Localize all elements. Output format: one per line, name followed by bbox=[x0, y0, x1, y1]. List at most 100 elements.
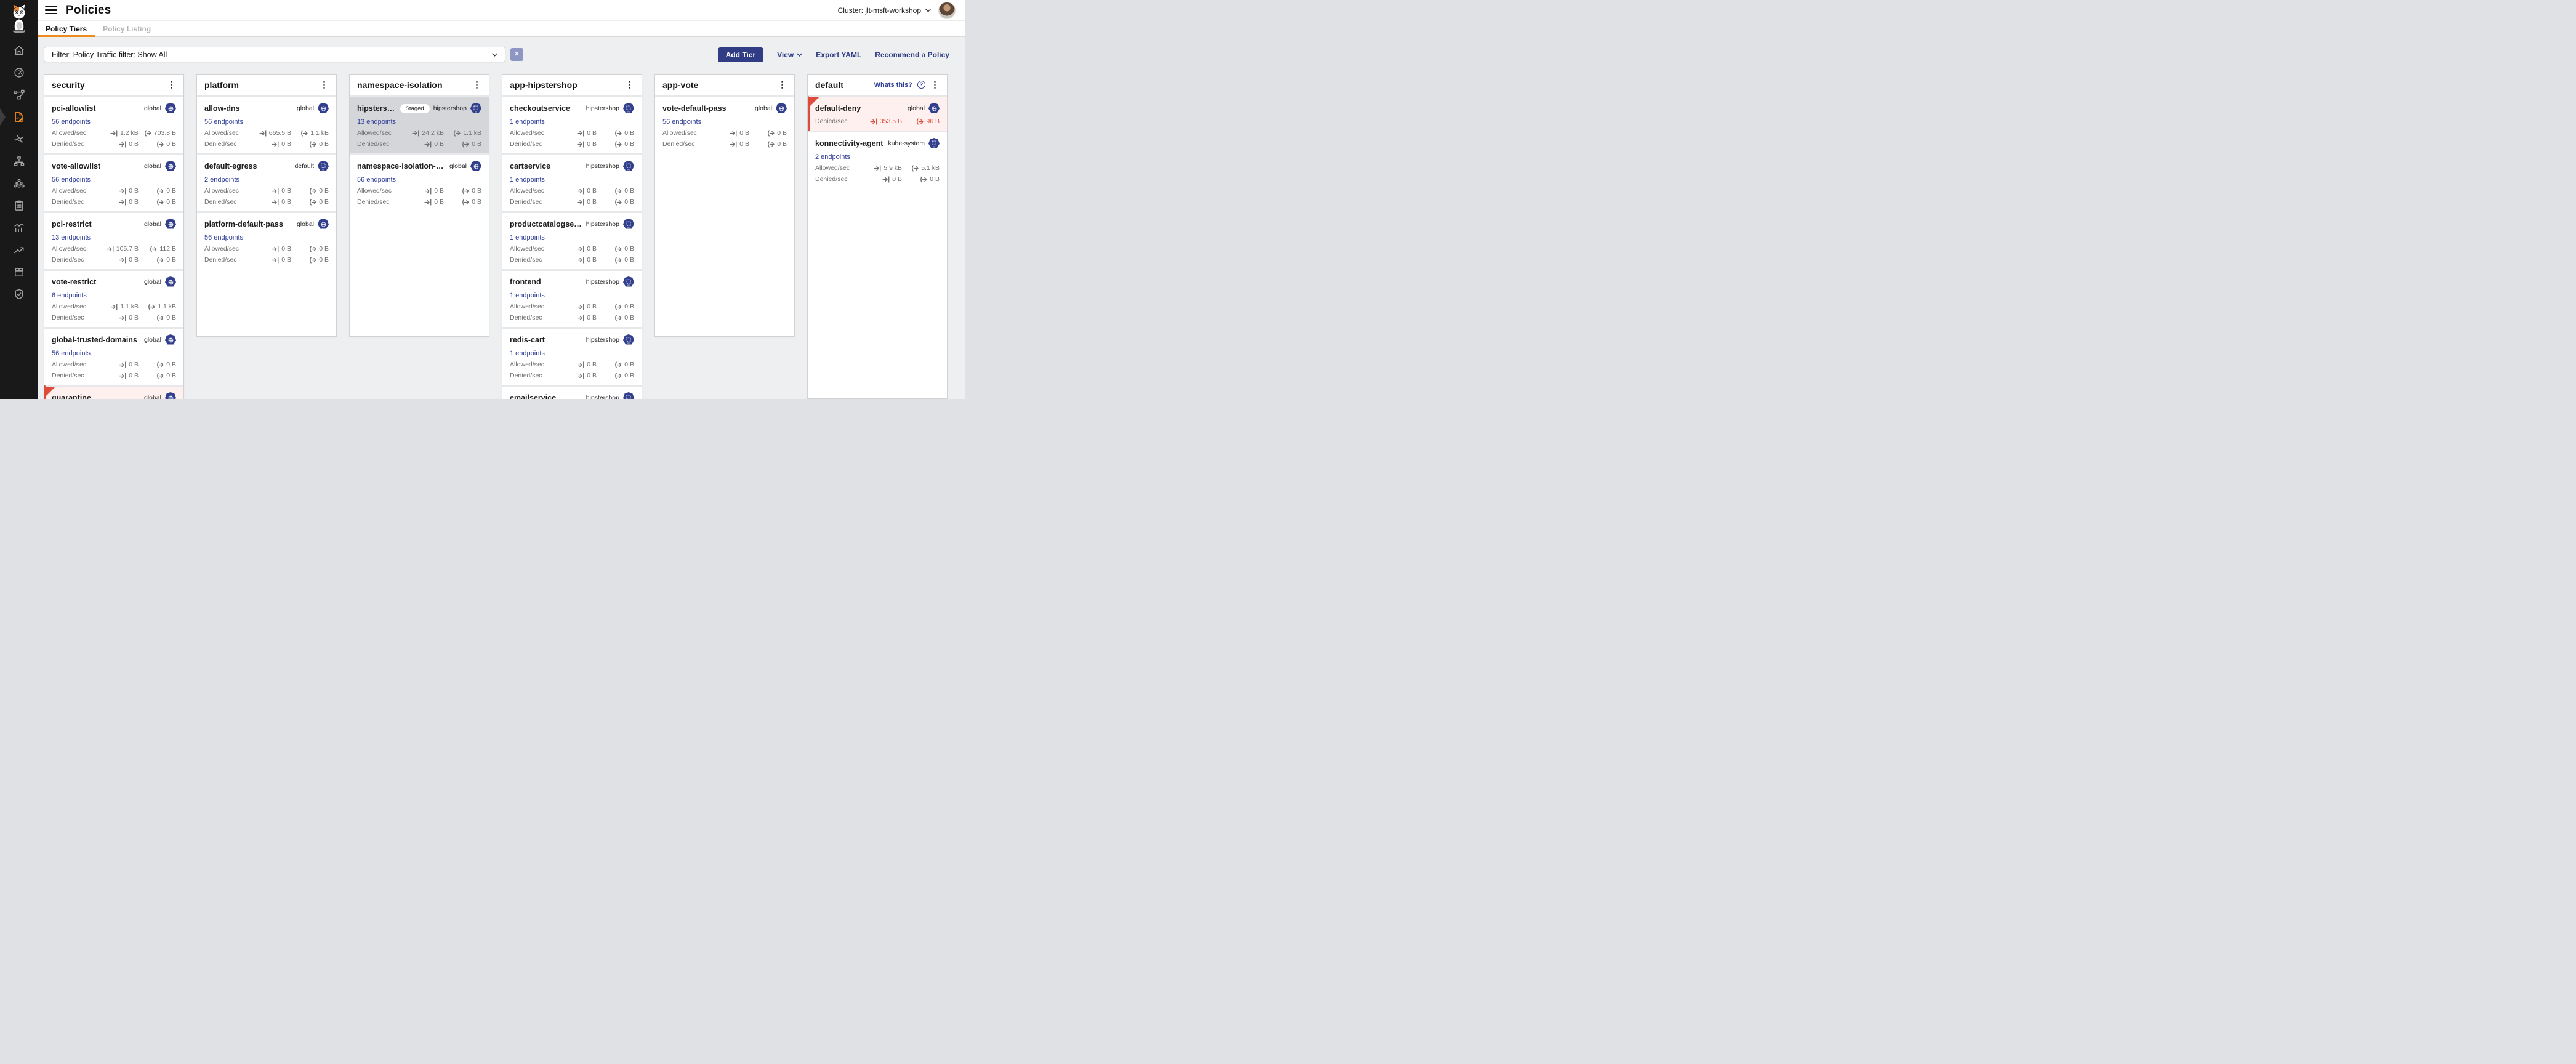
policy-card[interactable]: pci-allowlistglobal56 endpointsAllowed/s… bbox=[44, 95, 183, 153]
metric-label: Denied/sec bbox=[204, 256, 254, 264]
policy-card[interactable]: hipstershop-gh…Stagedhipstershopns13 end… bbox=[350, 95, 489, 153]
policy-card[interactable]: checkoutservicehipstershopns1 endpointsA… bbox=[502, 95, 642, 153]
policy-card[interactable]: allow-dnsglobal56 endpointsAllowed/sec66… bbox=[197, 95, 336, 153]
hamburger-menu-icon[interactable] bbox=[45, 6, 57, 15]
policy-card[interactable]: konnectivity-agentkube-systemns2 endpoin… bbox=[808, 131, 947, 188]
metric-row-denied: Denied/sec0 B0 B bbox=[510, 372, 634, 379]
egress-value: 0 B bbox=[449, 187, 481, 195]
ingress-icon bbox=[424, 199, 432, 206]
policy-card[interactable]: quarantineglobal0 endpoints bbox=[44, 385, 183, 399]
egress-value: 0 B bbox=[297, 140, 329, 148]
egress-value: 0 B bbox=[755, 140, 787, 148]
cluster-selector[interactable]: Cluster: jlt-msft-workshop bbox=[838, 6, 931, 15]
clusters-icon[interactable] bbox=[0, 172, 38, 195]
tier-column-security: security⋮pci-allowlistglobal56 endpoints… bbox=[44, 74, 184, 399]
scope-label: kube-system bbox=[888, 140, 925, 147]
namespace-icon: ns bbox=[623, 219, 634, 230]
home-icon[interactable] bbox=[0, 39, 38, 62]
egress-icon bbox=[614, 361, 622, 368]
kebab-menu-icon[interactable]: ⋮ bbox=[625, 80, 634, 89]
scope-label: global bbox=[144, 163, 161, 170]
tier-name: app-vote bbox=[662, 80, 698, 90]
dashboard-icon[interactable] bbox=[0, 62, 38, 84]
kebab-menu-icon[interactable]: ⋮ bbox=[472, 80, 481, 89]
tab-policy-tiers[interactable]: Policy Tiers bbox=[38, 21, 95, 36]
activity-chart-icon[interactable] bbox=[0, 217, 38, 239]
user-avatar[interactable] bbox=[938, 2, 956, 19]
network-topology-icon[interactable] bbox=[0, 150, 38, 172]
packages-icon[interactable] bbox=[0, 261, 38, 283]
add-tier-button[interactable]: Add Tier bbox=[718, 47, 763, 62]
policy-card[interactable]: frontendhipstershopns1 endpointsAllowed/… bbox=[502, 269, 642, 327]
tab-policy-listing[interactable]: Policy Listing bbox=[95, 21, 159, 36]
endpoints-link[interactable]: 1 endpoints bbox=[510, 118, 545, 126]
endpoints-link[interactable]: 13 endpoints bbox=[52, 234, 91, 241]
ingress-value: 24.2 kB bbox=[412, 129, 444, 137]
policies-icon[interactable] bbox=[0, 106, 38, 128]
endpoints-link[interactable]: 56 endpoints bbox=[204, 118, 243, 126]
export-yaml-button[interactable]: Export YAML bbox=[816, 50, 861, 59]
view-dropdown-button[interactable]: View bbox=[777, 50, 802, 59]
service-graph-icon[interactable] bbox=[0, 84, 38, 106]
egress-icon bbox=[156, 361, 164, 368]
endpoints-link[interactable]: 1 endpoints bbox=[510, 234, 545, 241]
threat-defense-icon[interactable] bbox=[0, 283, 38, 305]
ingress-value: 0 B bbox=[259, 140, 291, 148]
endpoints-link[interactable]: 2 endpoints bbox=[815, 153, 850, 161]
policy-filter-select[interactable]: Filter: Policy Traffic filter: Show All bbox=[44, 47, 505, 62]
ingress-icon bbox=[577, 130, 585, 137]
policy-name: emailservice bbox=[510, 393, 582, 399]
whats-this-link[interactable]: Whats this? bbox=[874, 81, 912, 89]
compliance-reports-icon[interactable] bbox=[0, 195, 38, 217]
policy-card[interactable]: platform-default-passglobal56 endpointsA… bbox=[197, 211, 336, 269]
kebab-menu-icon[interactable]: ⋮ bbox=[778, 80, 787, 89]
policy-card[interactable]: vote-allowlistglobal56 endpointsAllowed/… bbox=[44, 153, 183, 211]
policy-card[interactable]: namespace-isolation-default-p…global56 e… bbox=[350, 153, 489, 211]
policy-card[interactable]: emailservicehipstershopns1 endpointsAllo… bbox=[502, 385, 642, 399]
endpoints-link[interactable]: 1 endpoints bbox=[510, 292, 545, 299]
endpoints-link[interactable]: 56 endpoints bbox=[52, 176, 91, 183]
endpoints-link[interactable]: 56 endpoints bbox=[52, 118, 91, 126]
policy-card[interactable]: redis-carthipstershopns1 endpointsAllowe… bbox=[502, 327, 642, 385]
namespace-icon: ns bbox=[623, 103, 634, 114]
endpoints-link[interactable]: 2 endpoints bbox=[204, 176, 239, 183]
endpoints-link[interactable]: 6 endpoints bbox=[52, 292, 87, 299]
recommend-policy-button[interactable]: Recommend a Policy bbox=[875, 50, 949, 59]
endpoints-link[interactable]: 1 endpoints bbox=[510, 350, 545, 357]
kebab-menu-icon[interactable]: ⋮ bbox=[320, 80, 329, 89]
policy-card[interactable]: vote-restrictglobal6 endpointsAllowed/se… bbox=[44, 269, 183, 327]
kebab-menu-icon[interactable]: ⋮ bbox=[167, 80, 176, 89]
scope-label: global bbox=[297, 220, 314, 228]
policy-card[interactable]: default-denyglobalDenied/sec353.5 B96 B bbox=[808, 95, 947, 131]
egress-icon bbox=[614, 246, 622, 252]
ingress-value: 0 B bbox=[565, 372, 597, 379]
endpoints-link[interactable]: 56 endpoints bbox=[662, 118, 701, 126]
namespace-icon: ns bbox=[623, 392, 634, 399]
policy-card[interactable]: vote-default-passglobal56 endpointsAllow… bbox=[655, 95, 794, 153]
trends-icon[interactable] bbox=[0, 239, 38, 261]
metric-label: Denied/sec bbox=[52, 256, 101, 264]
metric-label: Denied/sec bbox=[204, 198, 254, 206]
policy-card[interactable]: cartservicehipstershopns1 endpointsAllow… bbox=[502, 153, 642, 211]
egress-icon bbox=[916, 118, 924, 125]
endpoints-link[interactable]: 13 endpoints bbox=[357, 118, 396, 126]
endpoints-link[interactable]: 56 endpoints bbox=[52, 350, 91, 357]
globe-icon bbox=[165, 161, 176, 172]
metric-label: Allowed/sec bbox=[510, 303, 559, 310]
namespace-icon: ns bbox=[470, 103, 481, 114]
egress-icon bbox=[462, 199, 470, 206]
metric-row-allowed: Allowed/sec1.1 kB1.1 kB bbox=[52, 303, 176, 310]
metric-label: Denied/sec bbox=[815, 118, 864, 125]
endpoints-link[interactable]: 1 endpoints bbox=[510, 176, 545, 183]
endpoints-link[interactable]: 56 endpoints bbox=[204, 234, 243, 241]
kebab-menu-icon[interactable]: ⋮ bbox=[930, 80, 940, 89]
endpoints-icon[interactable] bbox=[0, 128, 38, 150]
policy-card[interactable]: default-egressdefaultns2 endpointsAllowe… bbox=[197, 153, 336, 211]
ingress-icon bbox=[107, 246, 115, 252]
policy-card[interactable]: global-trusted-domainsglobal56 endpoints… bbox=[44, 327, 183, 385]
policy-card[interactable]: productcatalogservicehipstershopns1 endp… bbox=[502, 211, 642, 269]
clear-filter-button[interactable]: ✕ bbox=[510, 48, 523, 61]
tier-header: app-hipstershop⋮ bbox=[502, 75, 642, 95]
policy-card[interactable]: pci-restrictglobal13 endpointsAllowed/se… bbox=[44, 211, 183, 269]
endpoints-link[interactable]: 56 endpoints bbox=[357, 176, 396, 183]
